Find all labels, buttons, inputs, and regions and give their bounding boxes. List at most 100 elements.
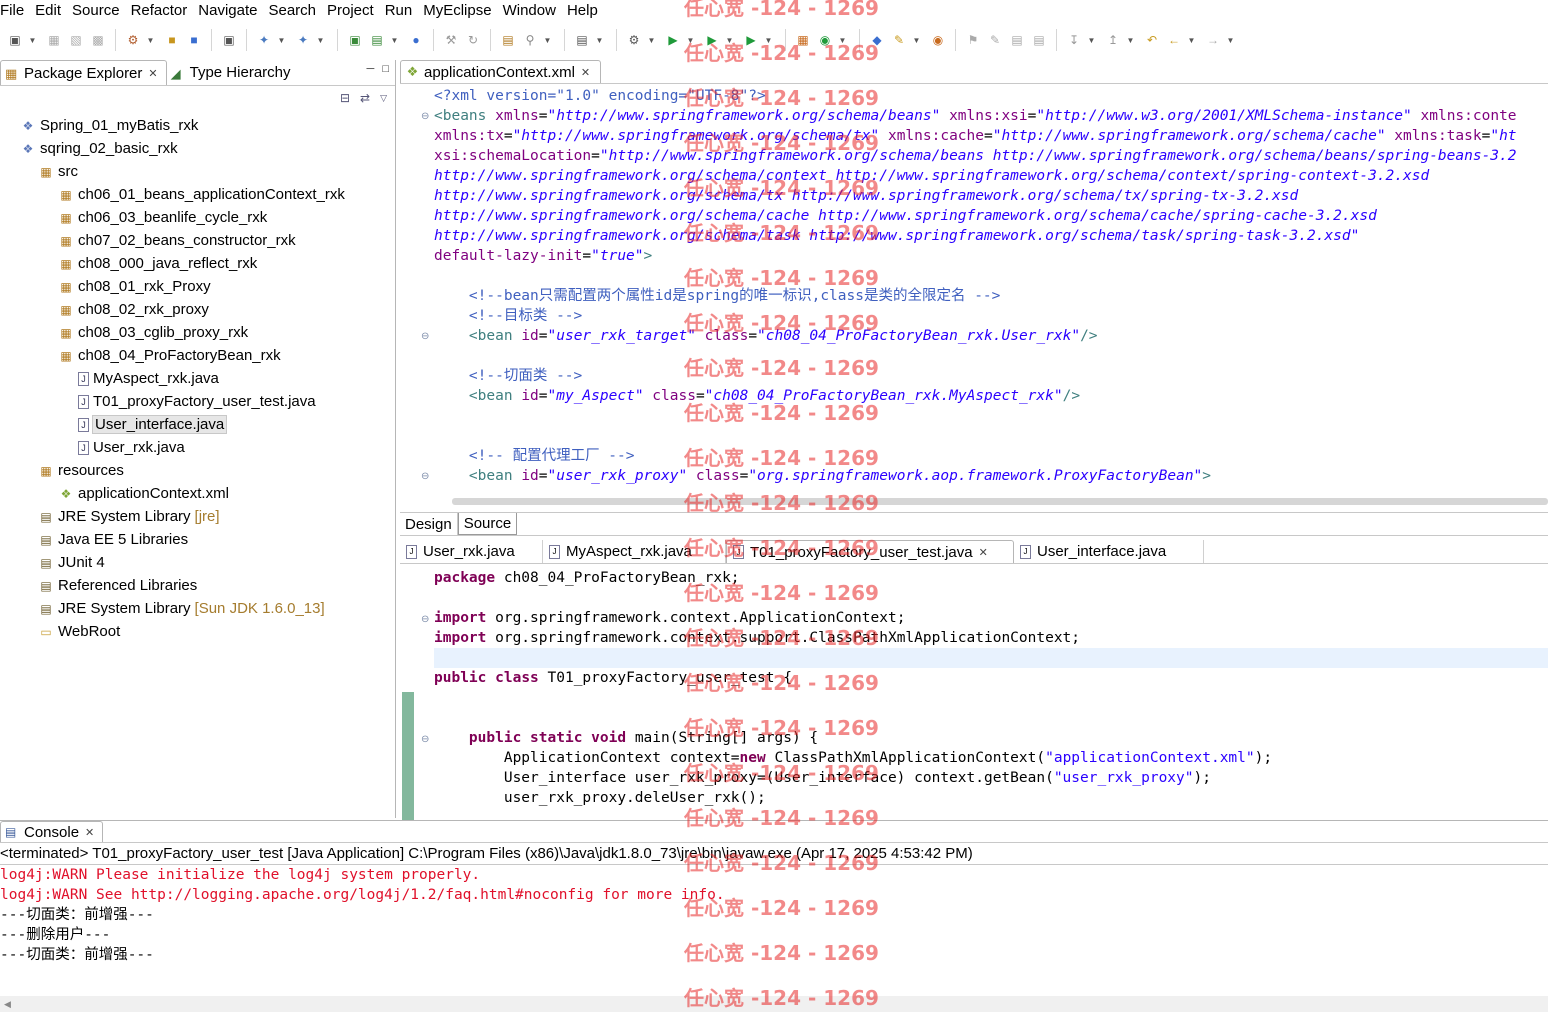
menu-navigate[interactable]: Navigate — [195, 0, 265, 21]
save-all-icon[interactable]: ▧ — [67, 31, 85, 49]
open-perspective-icon[interactable]: ▤ — [573, 31, 591, 49]
server-dropdown-icon[interactable]: ▼ — [146, 31, 155, 49]
tab-application-context-xml[interactable]: ❖ applicationContext.xml ✕ — [400, 60, 602, 83]
minimize-icon[interactable]: ─ — [367, 63, 375, 75]
menu-window[interactable]: Window — [500, 0, 564, 21]
menu-refactor[interactable]: Refactor — [128, 0, 196, 21]
new-package-icon[interactable]: ▦ — [794, 31, 812, 49]
run-dropdown-icon[interactable]: ▼ — [686, 31, 695, 49]
coverage-dropdown-icon[interactable]: ▼ — [725, 31, 734, 49]
fold-icon[interactable]: ⊖ — [421, 111, 429, 122]
tree-node[interactable]: ❖ Spring_01_myBatis_rxk — [0, 114, 395, 137]
horizontal-scrollbar[interactable] — [452, 498, 1548, 505]
highlight-icon[interactable]: ✎ — [986, 31, 1004, 49]
back-icon[interactable]: ← — [1165, 31, 1183, 49]
debug-dropdown-icon[interactable]: ▼ — [647, 31, 656, 49]
refresh-icon[interactable]: ↻ — [464, 31, 482, 49]
next-annotation-dropdown-icon[interactable]: ▼ — [1087, 31, 1096, 49]
tree-node[interactable]: ▦ src — [0, 160, 395, 183]
new-class-dropdown-icon[interactable]: ▼ — [390, 31, 399, 49]
back-dropdown-icon[interactable]: ▼ — [1187, 31, 1196, 49]
brush-icon[interactable]: ◉ — [929, 31, 947, 49]
tree-node[interactable]: ❖ sqring_02_basic_rxk — [0, 137, 395, 160]
tree-node[interactable]: ▦ ch08_02_rxk_proxy — [0, 298, 395, 321]
next-annotation-icon[interactable]: ↧ — [1065, 31, 1083, 49]
tree-node[interactable]: ▤ JRE System Library [Sun JDK 1.6.0_13] — [0, 597, 395, 620]
menu-edit[interactable]: Edit — [32, 0, 69, 21]
open-wizard-icon[interactable]: ✦ — [294, 31, 312, 49]
view-menu-icon[interactable]: ▽ — [380, 93, 387, 104]
tree-node[interactable]: J User_rxk.java — [0, 436, 395, 459]
external-tools-dropdown-icon[interactable]: ▼ — [764, 31, 773, 49]
tab-java-file[interactable]: J User_interface.java — [1014, 540, 1204, 563]
close-icon[interactable]: ✕ — [148, 67, 157, 80]
coverage-icon[interactable]: ▶ — [703, 31, 721, 49]
pen-dropdown-icon[interactable]: ▼ — [912, 31, 921, 49]
fold-icon[interactable]: ⊖ — [421, 331, 429, 342]
link-with-editor-icon[interactable]: ⇄ — [360, 91, 370, 105]
manage-deploy-icon[interactable]: ■ — [185, 31, 203, 49]
new-icon[interactable]: ▣ — [6, 31, 24, 49]
show-whitespace-icon[interactable]: ▤ — [1008, 31, 1026, 49]
hammer-icon[interactable]: ⚒ — [442, 31, 460, 49]
external-tools-icon[interactable]: ▶ — [742, 31, 760, 49]
tab-design[interactable]: Design — [400, 513, 458, 535]
tree-node[interactable]: J T01_proxyFactory_user_test.java — [0, 390, 395, 413]
new-dropdown-icon[interactable]: ▼ — [28, 31, 37, 49]
forward-icon[interactable]: → — [1204, 31, 1222, 49]
prev-annotation-dropdown-icon[interactable]: ▼ — [1126, 31, 1135, 49]
pen-icon[interactable]: ✎ — [890, 31, 908, 49]
tree-node[interactable]: ▦ ch06_01_beans_applicationContext_rxk — [0, 183, 395, 206]
close-icon[interactable]: ✕ — [979, 546, 988, 559]
open-wizard-dropdown-icon[interactable]: ▼ — [316, 31, 325, 49]
tab-java-file[interactable]: J User_rxk.java — [400, 540, 543, 563]
new-java-class-dropdown-icon[interactable]: ▼ — [838, 31, 847, 49]
menu-myeclipse[interactable]: MyEclipse — [420, 0, 499, 21]
menu-help[interactable]: Help — [564, 0, 606, 21]
deploy-icon[interactable]: ■ — [163, 31, 181, 49]
console-output[interactable]: log4j:WARN Please initialize the log4j s… — [0, 865, 1548, 965]
last-edit-icon[interactable]: ↶ — [1143, 31, 1161, 49]
new-server-icon[interactable]: ⚙ — [124, 31, 142, 49]
toggle-annotation-icon[interactable]: ⚑ — [964, 31, 982, 49]
close-icon[interactable]: ✕ — [581, 66, 590, 79]
fold-icon[interactable]: ⊖ — [421, 471, 429, 482]
tree-node[interactable]: ▦ ch07_02_beans_constructor_rxk — [0, 229, 395, 252]
menu-run[interactable]: Run — [382, 0, 421, 21]
close-icon[interactable]: ✕ — [85, 826, 94, 839]
maximize-icon[interactable]: □ — [382, 63, 389, 75]
tree-node[interactable]: ▭ WebRoot — [0, 620, 395, 643]
tree-node[interactable]: ▤ Referenced Libraries — [0, 574, 395, 597]
new-java-class-icon[interactable]: ◉ — [816, 31, 834, 49]
forward-dropdown-icon[interactable]: ▼ — [1226, 31, 1235, 49]
tab-type-hierarchy[interactable]: ◢ Type Hierarchy — [167, 60, 299, 85]
tree-node[interactable]: ▦ ch08_01_rxk_Proxy — [0, 275, 395, 298]
java-source-text[interactable]: package ch08_04_ProFactoryBean_rxk; impo… — [434, 568, 1548, 818]
fold-icon[interactable]: ⊖ — [421, 734, 429, 745]
tree-node[interactable]: ▤ JUnit 4 — [0, 551, 395, 574]
perspective-dropdown-icon[interactable]: ▼ — [595, 31, 604, 49]
search-icon[interactable]: ⚲ — [521, 31, 539, 49]
tree-node[interactable]: ❖ applicationContext.xml — [0, 482, 395, 505]
wizard-dropdown-icon[interactable]: ▼ — [277, 31, 286, 49]
xml-source-text[interactable]: <?xml version="1.0" encoding="UTF-8"?> <b… — [434, 86, 1548, 486]
tab-java-file[interactable]: J T01_proxyFactory_user_test.java ✕ — [726, 540, 1014, 563]
tab-java-file[interactable]: J MyAspect_rxk.java — [543, 540, 726, 563]
tree-node[interactable]: ▦ resources — [0, 459, 395, 482]
add-project-icon[interactable]: ▣ — [346, 31, 364, 49]
tree-node[interactable]: ▦ ch06_03_beanlife_cycle_rxk — [0, 206, 395, 229]
open-type-icon[interactable]: ▤ — [499, 31, 517, 49]
tree-node[interactable]: ▤ Java EE 5 Libraries — [0, 528, 395, 551]
menu-file[interactable]: File — [0, 0, 32, 21]
prev-annotation-icon[interactable]: ↥ — [1104, 31, 1122, 49]
scroll-left-icon[interactable]: ◀ — [4, 999, 11, 1010]
tree-node[interactable]: J User_interface.java — [0, 413, 395, 436]
menu-project[interactable]: Project — [324, 0, 382, 21]
menu-source[interactable]: Source — [69, 0, 128, 21]
wizard-icon[interactable]: ✦ — [255, 31, 273, 49]
save-icon[interactable]: ▦ — [45, 31, 63, 49]
globe-icon[interactable]: ● — [407, 31, 425, 49]
search-dropdown-icon[interactable]: ▼ — [543, 31, 552, 49]
horizontal-scrollbar[interactable]: ◀ — [0, 996, 1548, 1012]
tree-node[interactable]: ▦ ch08_000_java_reflect_rxk — [0, 252, 395, 275]
